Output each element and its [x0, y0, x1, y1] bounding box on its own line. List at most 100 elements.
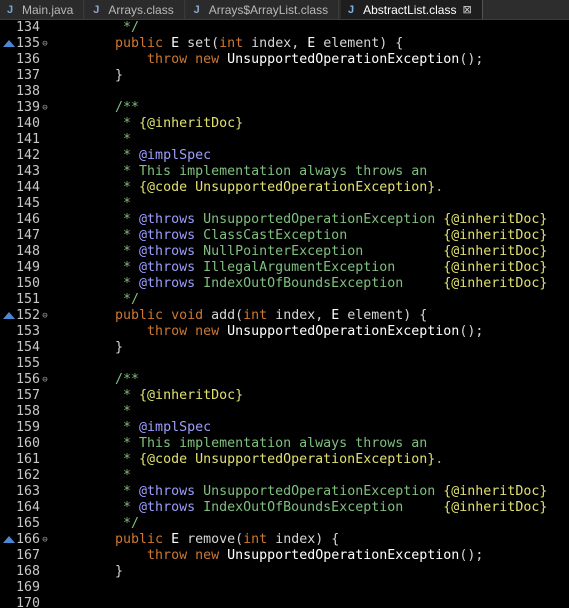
code-line: 138 [0, 84, 569, 100]
code-text[interactable]: /** [83, 100, 139, 116]
code-line: 150 * @throws IndexOutOfBoundsException … [0, 276, 569, 292]
code-text[interactable]: */ [83, 292, 139, 308]
line-number: 156 [15, 372, 40, 387]
line-number: 166 [15, 532, 40, 547]
code-text[interactable]: * @throws IllegalArgumentException {@inh… [83, 260, 547, 276]
java-file-icon: J [6, 3, 14, 16]
code-text[interactable]: } [83, 564, 123, 580]
code-line: 157 * {@inheritDoc} [0, 388, 569, 404]
line-number: 148 [15, 244, 40, 259]
code-editor[interactable]: 134 */135 ⊖ public E set(int index, E ele… [0, 20, 569, 608]
code-text[interactable]: } [83, 340, 123, 356]
code-text[interactable]: /** [83, 372, 139, 388]
line-number: 160 [15, 436, 40, 451]
code-text[interactable]: * [83, 132, 131, 148]
code-text[interactable]: * This implementation always throws an [83, 436, 427, 452]
code-text[interactable]: public void add(int index, E element) { [83, 308, 427, 324]
code-text[interactable]: } [83, 68, 123, 84]
code-line: 163 * @throws UnsupportedOperationExcept… [0, 484, 569, 500]
line-number: 159 [15, 420, 40, 435]
code-line: 152 ⊖ public void add(int index, E elemen… [0, 308, 569, 324]
line-number: 143 [15, 164, 40, 179]
code-text[interactable]: * @implSpec [83, 420, 211, 436]
line-number: 154 [15, 340, 40, 355]
code-text[interactable]: * [83, 196, 131, 212]
line-number: 158 [15, 404, 40, 419]
code-line: 159 * @implSpec [0, 420, 569, 436]
code-text[interactable]: * @throws UnsupportedOperationException … [83, 212, 547, 228]
line-number: 137 [15, 68, 40, 83]
code-line: 137 } [0, 68, 569, 84]
code-line: 146 * @throws UnsupportedOperationExcept… [0, 212, 569, 228]
code-text[interactable]: * @throws ClassCastException {@inheritDo… [83, 228, 547, 244]
code-line: 160 * This implementation always throws … [0, 436, 569, 452]
code-text[interactable]: * {@inheritDoc} [83, 388, 243, 404]
tab-label: AbstractList.class [363, 2, 457, 17]
line-number: 152 [15, 308, 40, 323]
code-line: 145 * [0, 196, 569, 212]
code-text[interactable]: * This implementation always throws an [83, 164, 427, 180]
code-text[interactable]: throw new UnsupportedOperationException(… [83, 52, 483, 68]
code-line: 136 throw new UnsupportedOperationExcept… [0, 52, 569, 68]
code-text[interactable]: */ [83, 20, 139, 36]
code-text[interactable]: public E set(int index, E element) { [83, 36, 403, 52]
class-file-icon: J [193, 3, 200, 16]
fold-collapse-icon[interactable]: ⊖ [40, 103, 50, 113]
code-line: 155 [0, 356, 569, 372]
tab-main-java[interactable]: J Main.java [0, 0, 85, 19]
code-line: 140 * {@inheritDoc} [0, 116, 569, 132]
code-text[interactable]: throw new UnsupportedOperationException(… [83, 324, 483, 340]
editor-tab-bar: J Main.java J Arrays.class J Arrays$ArrayList… [0, 0, 569, 20]
code-line: 158 * [0, 404, 569, 420]
code-text[interactable]: * @throws UnsupportedOperationException … [83, 484, 547, 500]
code-line: 144 * {@code UnsupportedOperationExcepti… [0, 180, 569, 196]
line-number: 151 [15, 292, 40, 307]
code-text[interactable]: * {@code UnsupportedOperationException}. [83, 452, 443, 468]
code-line: 161 * {@code UnsupportedOperationExcepti… [0, 452, 569, 468]
tab-label: Arrays$ArrayList.class [208, 2, 329, 17]
code-text[interactable]: throw new UnsupportedOperationException(… [83, 548, 483, 564]
line-number: 142 [15, 148, 40, 163]
code-line: 164 * @throws IndexOutOfBoundsException … [0, 500, 569, 516]
line-number: 140 [15, 116, 40, 131]
line-number: 161 [15, 452, 40, 467]
line-number: 149 [15, 260, 40, 275]
tab-abstractlist-class[interactable]: J AbstractList.class ⊠ [341, 0, 483, 19]
code-text[interactable]: * @implSpec [83, 148, 211, 164]
code-text[interactable]: * @throws IndexOutOfBoundsException {@in… [83, 500, 547, 516]
code-text[interactable]: * @throws IndexOutOfBoundsException {@in… [83, 276, 547, 292]
code-text[interactable]: * @throws NullPointerException {@inherit… [83, 244, 547, 260]
line-number: 153 [15, 324, 40, 339]
code-text[interactable]: * {@inheritDoc} [83, 116, 243, 132]
line-number: 164 [15, 500, 40, 515]
line-number: 141 [15, 132, 40, 147]
class-file-icon: J [93, 3, 100, 16]
code-line: 135 ⊖ public E set(int index, E element) … [0, 36, 569, 52]
close-tab-icon[interactable]: ⊠ [462, 3, 471, 16]
code-line: 167 throw new UnsupportedOperationExcept… [0, 548, 569, 564]
fold-collapse-icon[interactable]: ⊖ [40, 375, 50, 385]
line-number: 147 [15, 228, 40, 243]
line-number: 136 [15, 52, 40, 67]
line-number: 163 [15, 484, 40, 499]
code-text[interactable]: * [83, 468, 131, 484]
fold-collapse-icon[interactable]: ⊖ [40, 39, 50, 49]
tab-arrays-arraylist-class[interactable]: J Arrays$ArrayList.class [186, 0, 340, 19]
line-number: 165 [15, 516, 40, 531]
code-text[interactable]: * [83, 404, 131, 420]
line-number: 170 [15, 596, 40, 608]
code-text[interactable]: * {@code UnsupportedOperationException}. [83, 180, 443, 196]
fold-collapse-icon[interactable]: ⊖ [40, 311, 50, 321]
fold-collapse-icon[interactable]: ⊖ [40, 535, 50, 545]
line-number: 135 [15, 36, 40, 51]
line-number: 134 [15, 20, 40, 35]
line-number: 139 [15, 100, 40, 115]
line-number: 162 [15, 468, 40, 483]
line-number: 168 [15, 564, 40, 579]
code-text[interactable]: public E remove(int index) { [83, 532, 339, 548]
code-line: 156 ⊖ /** [0, 372, 569, 388]
tab-arrays-class[interactable]: J Arrays.class [86, 0, 185, 19]
code-line: 151 */ [0, 292, 569, 308]
code-text[interactable]: */ [83, 516, 139, 532]
line-number: 167 [15, 548, 40, 563]
